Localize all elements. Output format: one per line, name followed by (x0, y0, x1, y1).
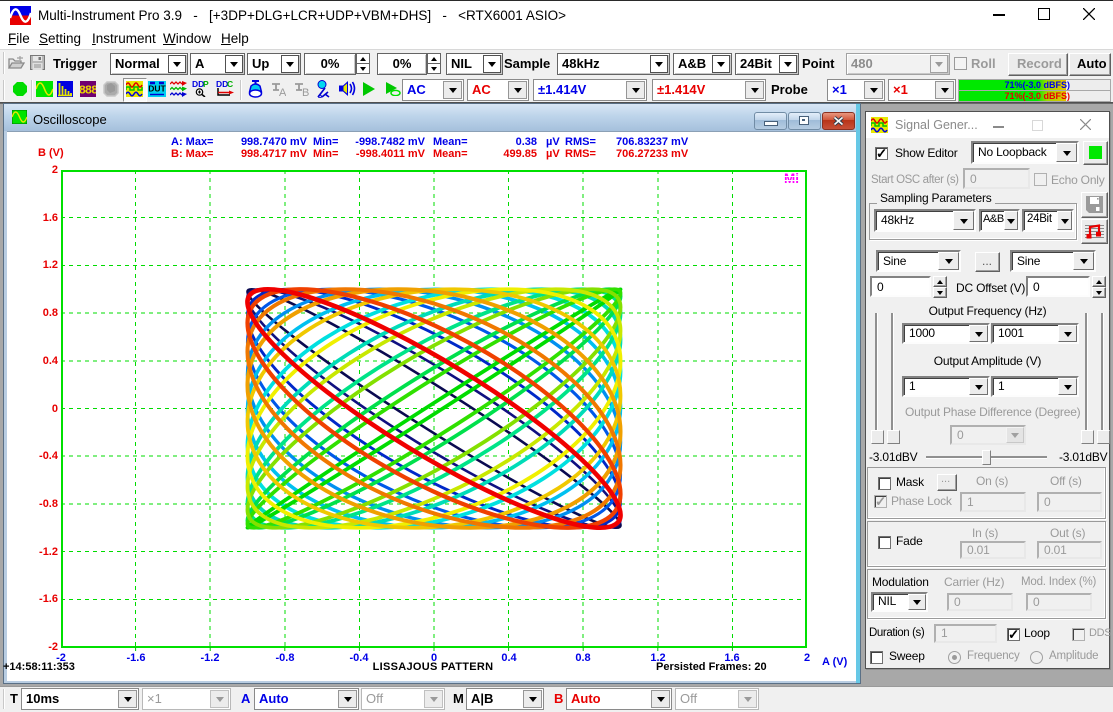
svg-text:C: C (227, 80, 233, 89)
svg-text:DUT: DUT (148, 84, 166, 94)
svg-text:888: 888 (80, 84, 96, 98)
svg-text:B: B (302, 87, 309, 97)
svg-text:A: A (279, 87, 286, 97)
svg-text:P: P (203, 80, 209, 89)
